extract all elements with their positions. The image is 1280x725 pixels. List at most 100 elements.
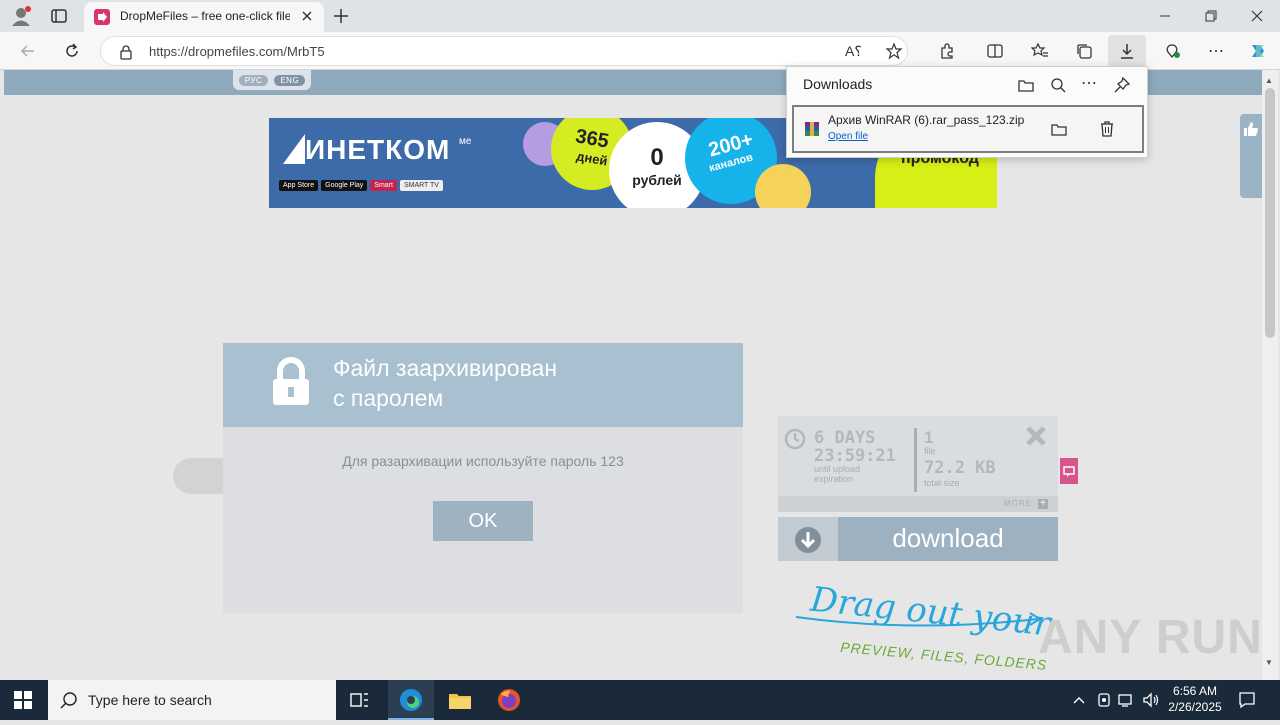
expiry-time: 23:59:21 bbox=[814, 446, 896, 466]
page-content: РУС ENG ИНЕТКОМ ме App Store Google Play… bbox=[4, 70, 1262, 680]
downloads-title: Downloads bbox=[803, 76, 873, 92]
favicon bbox=[94, 9, 110, 25]
close-window-icon[interactable] bbox=[1250, 9, 1264, 23]
new-tab-icon[interactable] bbox=[332, 7, 350, 25]
volume-icon[interactable] bbox=[1142, 692, 1160, 708]
drag-out-subheading: PREVIEW, FILES, FOLDERS bbox=[839, 638, 1048, 674]
minimize-icon[interactable] bbox=[1158, 9, 1172, 23]
downloads-icon bbox=[1118, 42, 1136, 60]
browser-essentials-icon[interactable] bbox=[1158, 37, 1186, 65]
edge-taskbar-icon[interactable] bbox=[388, 680, 434, 720]
lang-en[interactable]: ENG bbox=[274, 74, 306, 86]
back-icon[interactable] bbox=[14, 37, 42, 65]
download-arrow-icon bbox=[794, 526, 822, 554]
extensions-icon[interactable] bbox=[933, 37, 961, 65]
expiry-label-1: until upload bbox=[814, 464, 861, 474]
favorite-icon[interactable] bbox=[885, 42, 903, 60]
url-text[interactable]: https://dropmefiles.com/MrbT5 bbox=[149, 44, 325, 59]
scroll-thumb[interactable] bbox=[1265, 88, 1275, 338]
task-view-icon[interactable] bbox=[350, 691, 370, 709]
comment-icon[interactable] bbox=[1060, 458, 1078, 484]
store-badge-appstore: App Store bbox=[279, 180, 319, 191]
expiry-days: 6 DAYS bbox=[814, 428, 876, 448]
store-badge-smart: Smart bbox=[370, 180, 397, 191]
taskbar-search-placeholder: Type here to search bbox=[88, 692, 212, 708]
scrollbar[interactable]: ▲ ▼ bbox=[1262, 70, 1278, 680]
download-label: download bbox=[892, 523, 1004, 553]
clock-time: 6:56 AM bbox=[1172, 684, 1218, 698]
address-bar[interactable]: https://dropmefiles.com/MrbT5 A⸮ bbox=[100, 36, 908, 66]
drag-arrow bbox=[795, 612, 1042, 627]
expiry-label-2: expiration bbox=[814, 474, 854, 484]
clock[interactable]: 6:56 AM 2/26/2025 bbox=[1166, 684, 1224, 714]
chevron-up-icon[interactable] bbox=[1072, 693, 1086, 707]
open-file-link[interactable]: Open file bbox=[828, 131, 868, 142]
downloads-button[interactable] bbox=[1108, 35, 1146, 67]
info-divider bbox=[914, 428, 917, 492]
banner-brand: ИНЕТКОМ bbox=[305, 134, 451, 165]
windows-start-icon[interactable] bbox=[14, 691, 32, 709]
dialog-title-line1: Файл заархивирован bbox=[333, 355, 558, 381]
downloads-panel: Downloads ⋯ Архив WinRAR (6).rar_pass_12… bbox=[786, 66, 1148, 158]
pin-icon[interactable] bbox=[1113, 76, 1131, 94]
dialog-message: Для разархивации используйте пароль 123 bbox=[342, 453, 624, 469]
anyrun-watermark: ANY RUN bbox=[1038, 611, 1262, 664]
profile-icon[interactable] bbox=[10, 5, 32, 27]
dialog-title-line2: с паролем bbox=[333, 385, 444, 411]
language-switcher: РУС ENG bbox=[233, 70, 311, 90]
more-icon[interactable]: ⋯ bbox=[1202, 37, 1230, 65]
close-panel-icon[interactable] bbox=[1024, 424, 1048, 448]
maximize-icon[interactable] bbox=[1204, 9, 1218, 23]
notification-icon[interactable] bbox=[1238, 691, 1256, 709]
winrar-file-icon bbox=[804, 121, 820, 137]
file-info-panel: 6 DAYS 23:59:21 until upload expiration … bbox=[778, 416, 1058, 512]
browser-toolbar: https://dropmefiles.com/MrbT5 A⸮ ⋯ bbox=[0, 32, 1280, 70]
downloads-more-icon[interactable]: ⋯ bbox=[1081, 73, 1099, 92]
taskbar: Type here to search 6:56 AM 2/26/2025 bbox=[0, 680, 1280, 720]
copilot-icon[interactable] bbox=[1244, 37, 1272, 65]
firefox-icon[interactable] bbox=[497, 688, 521, 712]
taskbar-search-icon bbox=[60, 691, 78, 709]
tab-bar: DropMeFiles – free one-click file bbox=[0, 0, 1280, 32]
clock-date: 2/26/2025 bbox=[1168, 700, 1222, 714]
like-widget[interactable] bbox=[1240, 114, 1262, 198]
taskbar-search[interactable]: Type here to search bbox=[48, 680, 336, 720]
more-label: MORE bbox=[1004, 499, 1032, 508]
plus-icon: + bbox=[1038, 499, 1048, 509]
lock-icon[interactable] bbox=[119, 44, 133, 60]
total-size: 72.2 KB bbox=[924, 458, 996, 478]
total-size-label: total size bbox=[924, 478, 960, 488]
banner-brand-suffix: ме bbox=[459, 136, 472, 147]
read-aloud-icon[interactable]: A⸮ bbox=[845, 43, 863, 61]
thumbs-up-icon bbox=[1242, 120, 1260, 138]
file-count-label: file bbox=[924, 446, 936, 456]
file-explorer-icon[interactable] bbox=[448, 690, 472, 710]
show-in-folder-icon[interactable] bbox=[1050, 120, 1068, 138]
lang-ru[interactable]: РУС bbox=[238, 74, 269, 86]
clock-icon bbox=[784, 428, 806, 450]
download-item[interactable]: Архив WinRAR (6).rar_pass_123.zip Open f… bbox=[792, 105, 1144, 153]
tab-title: DropMeFiles – free one-click file bbox=[120, 9, 290, 23]
open-folder-icon[interactable] bbox=[1017, 76, 1035, 94]
scroll-up-icon[interactable]: ▲ bbox=[1265, 76, 1273, 85]
scroll-down-icon[interactable]: ▼ bbox=[1265, 658, 1273, 667]
password-dialog: Файл заархивирован с паролем Для разархи… bbox=[223, 343, 743, 613]
refresh-icon[interactable] bbox=[58, 37, 86, 65]
network-icon[interactable] bbox=[1118, 692, 1136, 708]
favorites-icon[interactable] bbox=[1026, 37, 1054, 65]
password-dialog-header: Файл заархивирован с паролем bbox=[223, 343, 743, 427]
more-bar[interactable]: MORE + bbox=[778, 496, 1058, 512]
collections-icon[interactable] bbox=[1070, 37, 1098, 65]
store-badges: App Store Google Play Smart SMART TV bbox=[279, 180, 443, 191]
decor-bubble-yellow bbox=[755, 164, 811, 208]
padlock-icon bbox=[271, 357, 311, 407]
search-downloads-icon[interactable] bbox=[1049, 76, 1067, 94]
download-button[interactable]: download bbox=[778, 517, 1058, 561]
tab-dropmefiles[interactable]: DropMeFiles – free one-click file bbox=[84, 2, 324, 32]
delete-icon[interactable] bbox=[1098, 120, 1116, 138]
ok-button[interactable]: OK bbox=[433, 501, 533, 541]
close-tab-icon[interactable] bbox=[300, 9, 314, 23]
tab-actions-icon[interactable] bbox=[50, 7, 68, 25]
tray-app-icon[interactable] bbox=[1096, 692, 1112, 708]
split-screen-icon[interactable] bbox=[981, 37, 1009, 65]
